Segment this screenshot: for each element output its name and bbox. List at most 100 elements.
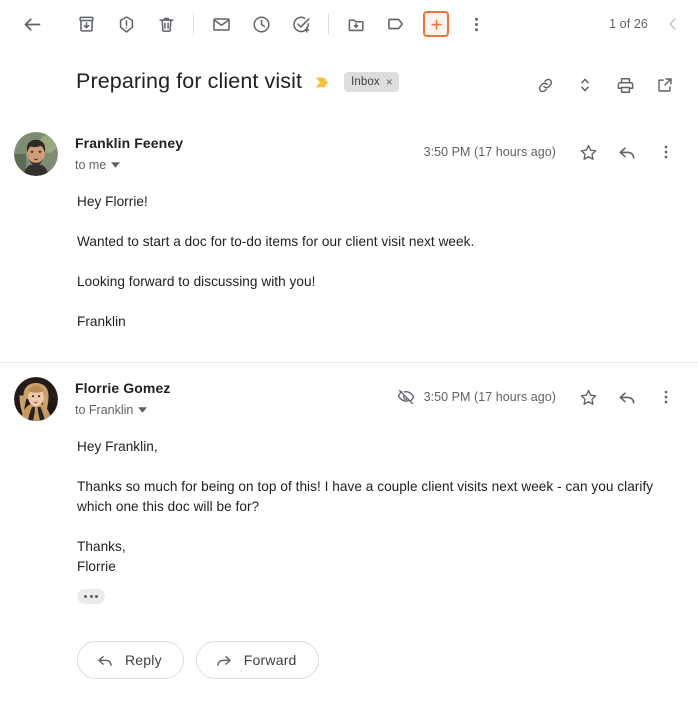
- recipient-text: to Franklin: [75, 403, 134, 417]
- show-trimmed-content-button[interactable]: [77, 589, 105, 604]
- add-to-tasks-button[interactable]: [281, 4, 321, 44]
- ellipsis-dot: [95, 595, 98, 598]
- avatar-image: [14, 377, 58, 421]
- message-timestamp: 3:50 PM (17 hours ago): [423, 145, 556, 159]
- reply-button[interactable]: [609, 379, 645, 415]
- message-more-button[interactable]: [648, 134, 684, 170]
- plus-square-icon: [423, 11, 449, 37]
- importance-marker-icon[interactable]: [315, 74, 332, 89]
- message-2-identity: Florrie Gomez to Franklin: [75, 377, 397, 418]
- forward-button-footer[interactable]: Forward: [195, 641, 319, 679]
- star-button[interactable]: [570, 134, 606, 170]
- open-in-new-window-button[interactable]: [646, 66, 684, 104]
- page-title: Preparing for client visit: [76, 69, 303, 93]
- top-toolbar: 1 of 26: [0, 0, 698, 48]
- pagination-count: 1 of 26: [609, 17, 648, 31]
- print-button[interactable]: [606, 66, 644, 104]
- avatar-image: [14, 132, 58, 176]
- body-signature: Franklin: [77, 314, 126, 329]
- more-vert-icon: [664, 145, 668, 159]
- chevron-down-icon: [138, 407, 148, 413]
- body-paragraph: Thanks so much for being on top of this!…: [77, 479, 654, 514]
- message-actions: Reply Forward: [0, 604, 698, 679]
- pagination: 1 of 26: [609, 5, 690, 43]
- subject-left-group: Preparing for client visit Inbox ×: [76, 66, 526, 95]
- message-more-button[interactable]: [648, 379, 684, 415]
- sender-name: Florrie Gomez: [75, 380, 171, 396]
- arrow-left-icon: [24, 17, 40, 31]
- body-paragraph: Wanted to start a doc for to-do items fo…: [77, 234, 475, 249]
- label-chip-text: Inbox: [351, 76, 380, 88]
- archive-button[interactable]: [66, 4, 106, 44]
- body-signoff: Thanks,: [77, 539, 126, 554]
- delete-icon: [158, 17, 174, 32]
- reply-icon: [619, 147, 635, 159]
- avatar-florrie-gomez[interactable]: [14, 377, 58, 421]
- reply-button-footer[interactable]: Reply: [77, 641, 184, 679]
- importance-chevron-icon: [315, 77, 329, 87]
- message-2: Florrie Gomez to Franklin 3:50 PM (17 ho…: [0, 363, 698, 604]
- folder-move-icon: [348, 18, 364, 31]
- clock-icon: [252, 15, 270, 33]
- toolbar-divider: [193, 13, 194, 35]
- body-signature: Florrie: [77, 559, 116, 574]
- label-remove-icon[interactable]: ×: [386, 76, 393, 88]
- message-1-meta: 3:50 PM (17 hours ago): [424, 132, 684, 170]
- message-1: Franklin Feeney to me 3:50 PM (17 hours …: [0, 118, 698, 332]
- label-icon: [388, 18, 403, 30]
- recipient-toggle[interactable]: to Franklin: [75, 402, 148, 418]
- star-icon: [580, 389, 596, 405]
- chevron-left-icon: [669, 18, 676, 30]
- task-add-icon: [292, 16, 310, 33]
- eye-off-glyph: [397, 389, 414, 405]
- forward-icon: [217, 655, 231, 666]
- move-to-button[interactable]: [336, 4, 376, 44]
- message-1-identity: Franklin Feeney to me: [75, 132, 424, 173]
- caret-glyph: [138, 407, 148, 413]
- label-chip-inbox[interactable]: Inbox ×: [344, 72, 399, 92]
- reply-button[interactable]: [609, 134, 645, 170]
- mark-unread-button[interactable]: [201, 4, 241, 44]
- copy-link-button[interactable]: [526, 66, 564, 104]
- more-options-button[interactable]: [456, 4, 496, 44]
- reply-button-label: Reply: [125, 652, 162, 668]
- avatar-franklin-feeney[interactable]: [14, 132, 58, 176]
- reply-icon: [98, 655, 112, 666]
- subject-row: Preparing for client visit Inbox ×: [0, 48, 698, 118]
- message-1-body: Hey Florrie! Wanted to start a doc for t…: [0, 176, 684, 332]
- subject-actions: [526, 66, 684, 104]
- ellipsis-dot: [89, 595, 93, 598]
- eye-off-icon: [397, 388, 415, 406]
- sender-name: Franklin Feeney: [75, 135, 184, 151]
- snooze-button[interactable]: [241, 4, 281, 44]
- plus-icon: [430, 18, 442, 30]
- print-icon: [617, 77, 633, 93]
- open-new-icon: [658, 78, 672, 92]
- newer-button[interactable]: [656, 5, 690, 43]
- expand-collapse-button[interactable]: [566, 66, 604, 104]
- recipient-toggle[interactable]: to me: [75, 157, 121, 173]
- star-button[interactable]: [570, 379, 606, 415]
- report-spam-icon: [119, 15, 133, 33]
- body-paragraph: Hey Franklin,: [77, 439, 158, 454]
- more-vert-icon: [664, 390, 668, 404]
- ellipsis-dot: [84, 595, 87, 598]
- reply-icon: [619, 392, 635, 404]
- message-timestamp: 3:50 PM (17 hours ago): [423, 390, 556, 404]
- report-spam-button[interactable]: [106, 4, 146, 44]
- add-on-button[interactable]: [416, 4, 456, 44]
- archive-icon: [78, 16, 94, 32]
- delete-button[interactable]: [146, 4, 186, 44]
- mail-icon: [212, 17, 230, 31]
- back-button[interactable]: [12, 4, 52, 44]
- toolbar-divider-2: [328, 13, 329, 35]
- recipient-text: to me: [75, 158, 107, 172]
- message-2-header: Florrie Gomez to Franklin 3:50 PM (17 ho…: [0, 363, 684, 421]
- message-1-header: Franklin Feeney to me 3:50 PM (17 hours …: [0, 118, 684, 176]
- body-paragraph: Looking forward to discussing with you!: [77, 274, 316, 289]
- chevron-down-icon: [111, 162, 121, 168]
- labels-button[interactable]: [376, 4, 416, 44]
- link-icon: [538, 78, 552, 92]
- body-paragraph: Hey Florrie!: [77, 194, 148, 209]
- star-icon: [580, 144, 596, 160]
